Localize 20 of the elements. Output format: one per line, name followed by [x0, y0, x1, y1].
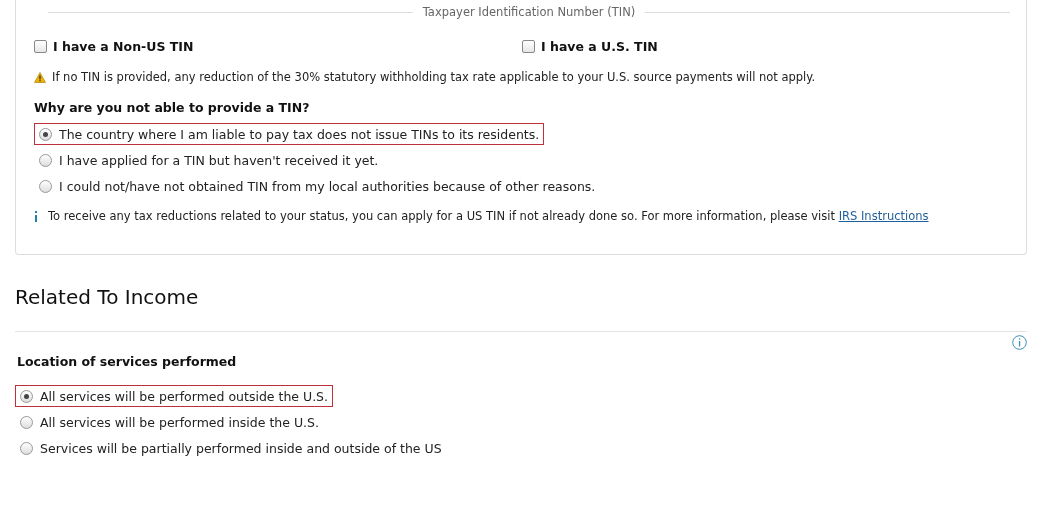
checkbox[interactable]: [522, 40, 535, 53]
radio-option[interactable]: The country where I am liable to pay tax does not issue TINs to its residents.: [34, 123, 545, 145]
section-legend: Taxpayer Identification Number (TIN): [422, 5, 636, 19]
radio-option[interactable]: All services will be performed inside the U.S.: [15, 411, 324, 433]
checkbox-label: I have a U.S. TIN: [541, 39, 658, 54]
radio-option[interactable]: Services will be partially performed inside and outside of the US: [15, 437, 447, 459]
radio-option[interactable]: I have applied for a TIN but haven't received it yet.: [34, 149, 384, 171]
question-label: Location of services performed: [17, 354, 238, 369]
checkbox[interactable]: [34, 40, 47, 53]
info-text: To receive any tax reductions related to your status, you can apply for a US TIN if not already done so. For more information, please visit IRS Instructions: [48, 209, 929, 223]
info-icon[interactable]: [1012, 335, 1027, 350]
section-title: Related To Income: [15, 285, 200, 309]
warning-icon: [34, 71, 46, 83]
radio-option[interactable]: I could not/have not obtained TIN from my local authorities because of other reasons.: [34, 175, 601, 197]
checkbox-label: I have a Non-US TIN: [53, 39, 194, 54]
radio-option[interactable]: All services will be performed outside the U.S.: [15, 385, 334, 407]
irs-instructions-link[interactable]: IRS Instructions: [838, 209, 929, 223]
question-label: Why are you not able to provide a TIN?: [34, 100, 311, 115]
info-icon: [34, 210, 38, 222]
warning-text: If no TIN is provided, any reduction of the 30% statutory withholding tax rate applicable to your U.S. source payments will not apply.: [52, 70, 816, 84]
